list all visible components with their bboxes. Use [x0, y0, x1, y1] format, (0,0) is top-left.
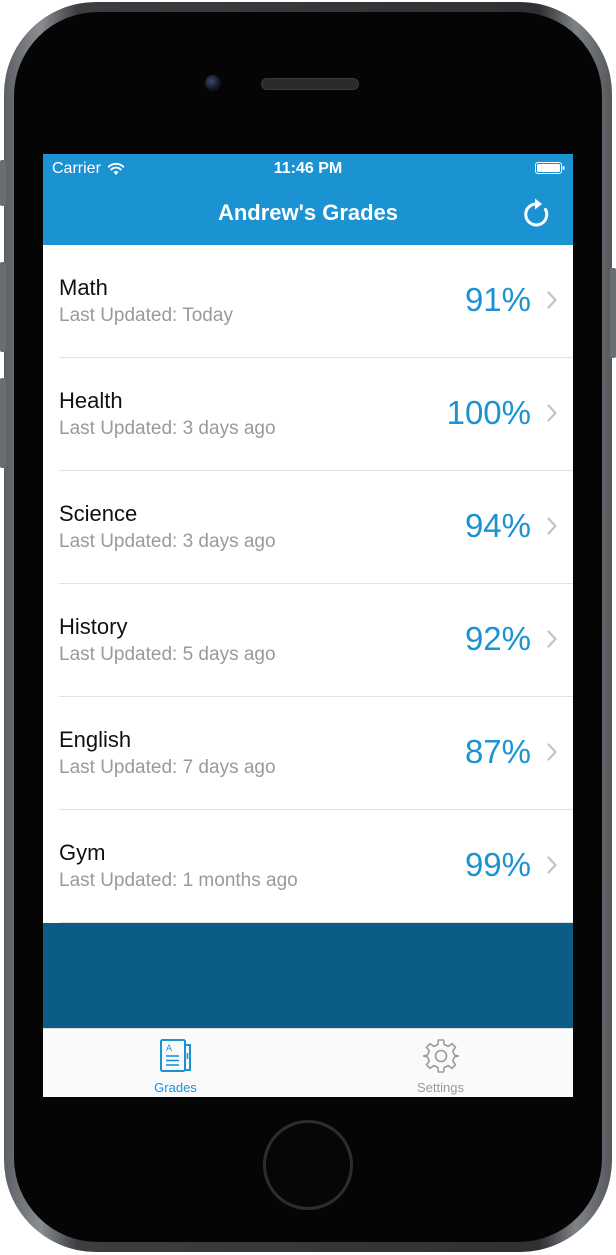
last-updated-text: Last Updated: Today — [59, 305, 233, 326]
grade-percentage: 91% — [464, 281, 531, 318]
status-bar: Carrier 11:46 PM — [43, 154, 573, 184]
tab-settings-label: Settings — [417, 1080, 464, 1095]
grade-row-gym[interactable]: Gym Last Updated: 1 months ago 99% — [43, 810, 573, 923]
power-button — [610, 268, 616, 358]
grade-row-math[interactable]: Math Last Updated: Today 91% — [43, 245, 573, 358]
volume-down-button — [0, 378, 6, 468]
grade-row-health[interactable]: Health Last Updated: 3 days ago 100% — [43, 358, 573, 471]
earpiece-speaker — [261, 78, 359, 90]
mute-switch — [0, 160, 6, 206]
chevron-right-icon — [547, 404, 557, 422]
last-updated-text: Last Updated: 5 days ago — [59, 644, 276, 665]
tab-bar: A Grades Settings — [43, 1028, 573, 1097]
grade-percentage: 94% — [464, 507, 531, 544]
last-updated-text: Last Updated: 7 days ago — [59, 757, 276, 778]
chevron-right-icon — [547, 856, 557, 874]
page-title: Andrew's Grades — [217, 200, 399, 225]
subject-name: Science — [59, 501, 138, 526]
battery-icon — [535, 162, 565, 174]
chevron-right-icon — [547, 630, 557, 648]
grade-percentage: 87% — [464, 733, 531, 770]
home-button[interactable] — [263, 1120, 353, 1210]
grade-percentage: 99% — [464, 846, 531, 883]
tab-settings[interactable]: Settings — [308, 1029, 573, 1097]
last-updated-text: Last Updated: 1 months ago — [59, 870, 298, 891]
subject-name: English — [59, 727, 132, 752]
last-updated-text: Last Updated: 3 days ago — [59, 418, 276, 439]
subject-name: Math — [59, 275, 108, 300]
navigation-bar: Andrew's Grades — [43, 184, 573, 245]
refresh-icon[interactable] — [521, 196, 553, 230]
subject-name: Gym — [59, 840, 106, 865]
grade-row-english[interactable]: English Last Updated: 7 days ago 87% — [43, 697, 573, 810]
chevron-right-icon — [547, 743, 557, 761]
tab-grades-label: Grades — [154, 1080, 197, 1095]
status-time: 11:46 PM — [273, 160, 343, 177]
grade-percentage: 100% — [446, 394, 531, 431]
volume-up-button — [0, 262, 6, 352]
tab-grades[interactable]: A Grades — [43, 1029, 308, 1097]
subject-name: Health — [59, 388, 123, 413]
grade-percentage: 92% — [464, 620, 531, 657]
grade-row-science[interactable]: Science Last Updated: 3 days ago 94% — [43, 471, 573, 584]
grades-list: Math Last Updated: Today 91% Health Last Upd… — [43, 245, 573, 923]
gear-icon — [422, 1039, 459, 1073]
app-screen: Carrier 11:46 PM Andrew's Grades Math Las… — [43, 154, 573, 1097]
chevron-right-icon — [547, 291, 557, 309]
last-updated-text: Last Updated: 3 days ago — [59, 531, 276, 552]
svg-text:A: A — [166, 1043, 172, 1053]
footer-panel — [43, 923, 573, 1028]
front-camera — [205, 75, 221, 91]
grades-document-icon: A — [159, 1039, 191, 1072]
chevron-right-icon — [547, 517, 557, 535]
grade-row-history[interactable]: History Last Updated: 5 days ago 92% — [43, 584, 573, 697]
subject-name: History — [59, 614, 128, 639]
